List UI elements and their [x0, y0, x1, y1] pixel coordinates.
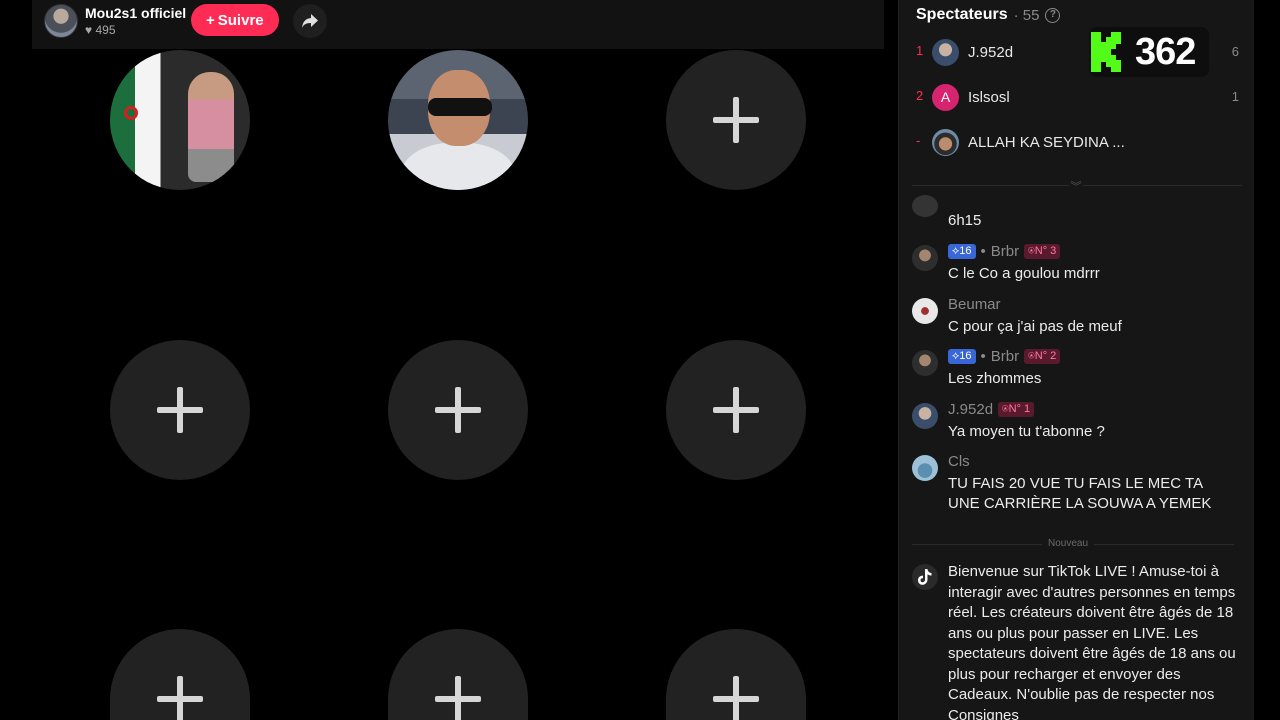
rank-number: 1	[916, 43, 924, 58]
follow-button[interactable]: + Suivre	[191, 4, 279, 36]
add-guest-plus-icon	[435, 387, 481, 433]
viewers-title: Spectateurs	[916, 6, 1008, 23]
kick-logo-icon	[1091, 32, 1121, 72]
add-guest-plus-icon	[713, 676, 759, 720]
chat-text: Les zhommes	[948, 370, 1042, 387]
host-bar: Mou2s1 officiel ♥ 495 + Suivre	[32, 0, 884, 49]
guest-hoodie	[402, 142, 514, 190]
live-multi-guest-area: Mou2s1 officiel ♥ 495 + Suivre	[0, 0, 898, 720]
avatar[interactable]	[912, 298, 938, 324]
add-guest-plus-icon	[435, 676, 481, 720]
viewer-score: 1	[1231, 89, 1239, 104]
chat-text: TU FAIS 20 VUE TU FAIS LE MEC TA UNE CAR…	[948, 475, 1212, 512]
chat-user[interactable]: Beumar	[948, 296, 1001, 313]
viewer-name: Islsosl	[968, 89, 1010, 106]
guest-slot-2[interactable]	[388, 50, 528, 190]
top-viewer-row[interactable]: - ALLAH KA SEYDINA ...	[899, 122, 1255, 162]
chat-text: Ya moyen tu t'abonne ?	[948, 423, 1105, 440]
chat-user[interactable]: Cls	[948, 453, 970, 470]
kick-score: 362	[1135, 30, 1196, 73]
heart-icon: ♥	[85, 23, 93, 37]
avatar[interactable]	[912, 455, 938, 481]
host-likes-count: 495	[95, 23, 116, 37]
top-viewer-row[interactable]: 2 A Islsosl 1	[899, 77, 1255, 117]
rank-badge: ⍟N° 3	[1024, 244, 1061, 259]
avatar[interactable]	[912, 350, 938, 376]
level-badge: ⟡16	[948, 244, 976, 259]
new-messages-label: Nouveau	[1042, 538, 1095, 549]
viewers-header[interactable]: Spectateurs · 55 ?	[916, 6, 1061, 24]
add-guest-plus-icon	[713, 97, 759, 143]
chat-text: C le Co a goulou mdrrr	[948, 265, 1100, 282]
empty-guest-slot[interactable]	[666, 50, 806, 190]
chat-user[interactable]: ⟡16 • Brbr ⍟N° 2	[948, 348, 1061, 365]
chat-username: J.952d	[948, 401, 994, 418]
guest-slot-1[interactable]	[110, 50, 250, 190]
rank-badge: ⍟N° 1	[998, 402, 1035, 417]
chat-username: Cls	[948, 453, 970, 470]
empty-guest-slot[interactable]	[388, 340, 528, 480]
chat-text: 6h15	[948, 212, 982, 229]
chat-username: Beumar	[948, 296, 1001, 313]
help-icon[interactable]: ?	[1045, 7, 1061, 23]
host-name[interactable]: Mou2s1 officiel	[85, 5, 186, 21]
viewer-score: 6	[1231, 44, 1239, 59]
avatar[interactable]	[912, 245, 938, 271]
share-icon	[302, 14, 318, 28]
share-button[interactable]	[293, 4, 327, 38]
chat-user[interactable]: ⟡16 • Brbr ⍟N° 3	[948, 243, 1061, 260]
follow-label: Suivre	[217, 11, 264, 29]
level-badge: ⟡16	[948, 349, 976, 364]
rank-number: -	[916, 133, 921, 148]
flag-crescent	[124, 106, 138, 120]
side-panel: Spectateurs · 55 ? 1 J.952d 6 2 A Islsos…	[898, 0, 1254, 720]
add-guest-plus-icon	[157, 676, 203, 720]
tiktok-logo-icon	[912, 564, 938, 590]
guest-photo	[188, 72, 234, 182]
viewer-name: ALLAH KA SEYDINA ...	[968, 134, 1125, 151]
plus-icon: +	[206, 11, 215, 29]
welcome-text: Bienvenue sur TikTok LIVE ! Amuse-toi à …	[948, 563, 1236, 720]
kick-overlay: 362	[1089, 27, 1209, 77]
viewer-name: J.952d	[968, 44, 1014, 61]
add-guest-plus-icon	[713, 387, 759, 433]
guest-sunglasses	[428, 98, 492, 116]
chat-username: Brbr	[990, 348, 1020, 365]
avatar	[912, 195, 938, 217]
new-messages-divider: Nouveau	[912, 538, 1234, 550]
empty-guest-slot[interactable]	[388, 629, 528, 720]
chat-text: C pour ça j'ai pas de meuf	[948, 318, 1122, 335]
avatar: A	[932, 84, 959, 111]
avatar[interactable]	[912, 403, 938, 429]
host-avatar[interactable]	[44, 4, 78, 38]
chevron-down-icon[interactable]: ︾	[1069, 178, 1083, 193]
empty-guest-slot[interactable]	[666, 629, 806, 720]
empty-guest-slot[interactable]	[110, 340, 250, 480]
add-guest-plus-icon	[157, 387, 203, 433]
chat-username: Brbr	[990, 243, 1020, 260]
host-likes: ♥ 495	[85, 23, 116, 37]
empty-guest-slot[interactable]	[110, 629, 250, 720]
chat-user[interactable]: J.952d ⍟N° 1	[948, 401, 1035, 418]
viewers-count: · 55	[1013, 6, 1040, 24]
avatar	[932, 39, 959, 66]
avatar	[932, 129, 959, 156]
empty-guest-slot[interactable]	[666, 340, 806, 480]
rank-badge: ⍟N° 2	[1024, 349, 1061, 364]
rank-number: 2	[916, 88, 924, 103]
